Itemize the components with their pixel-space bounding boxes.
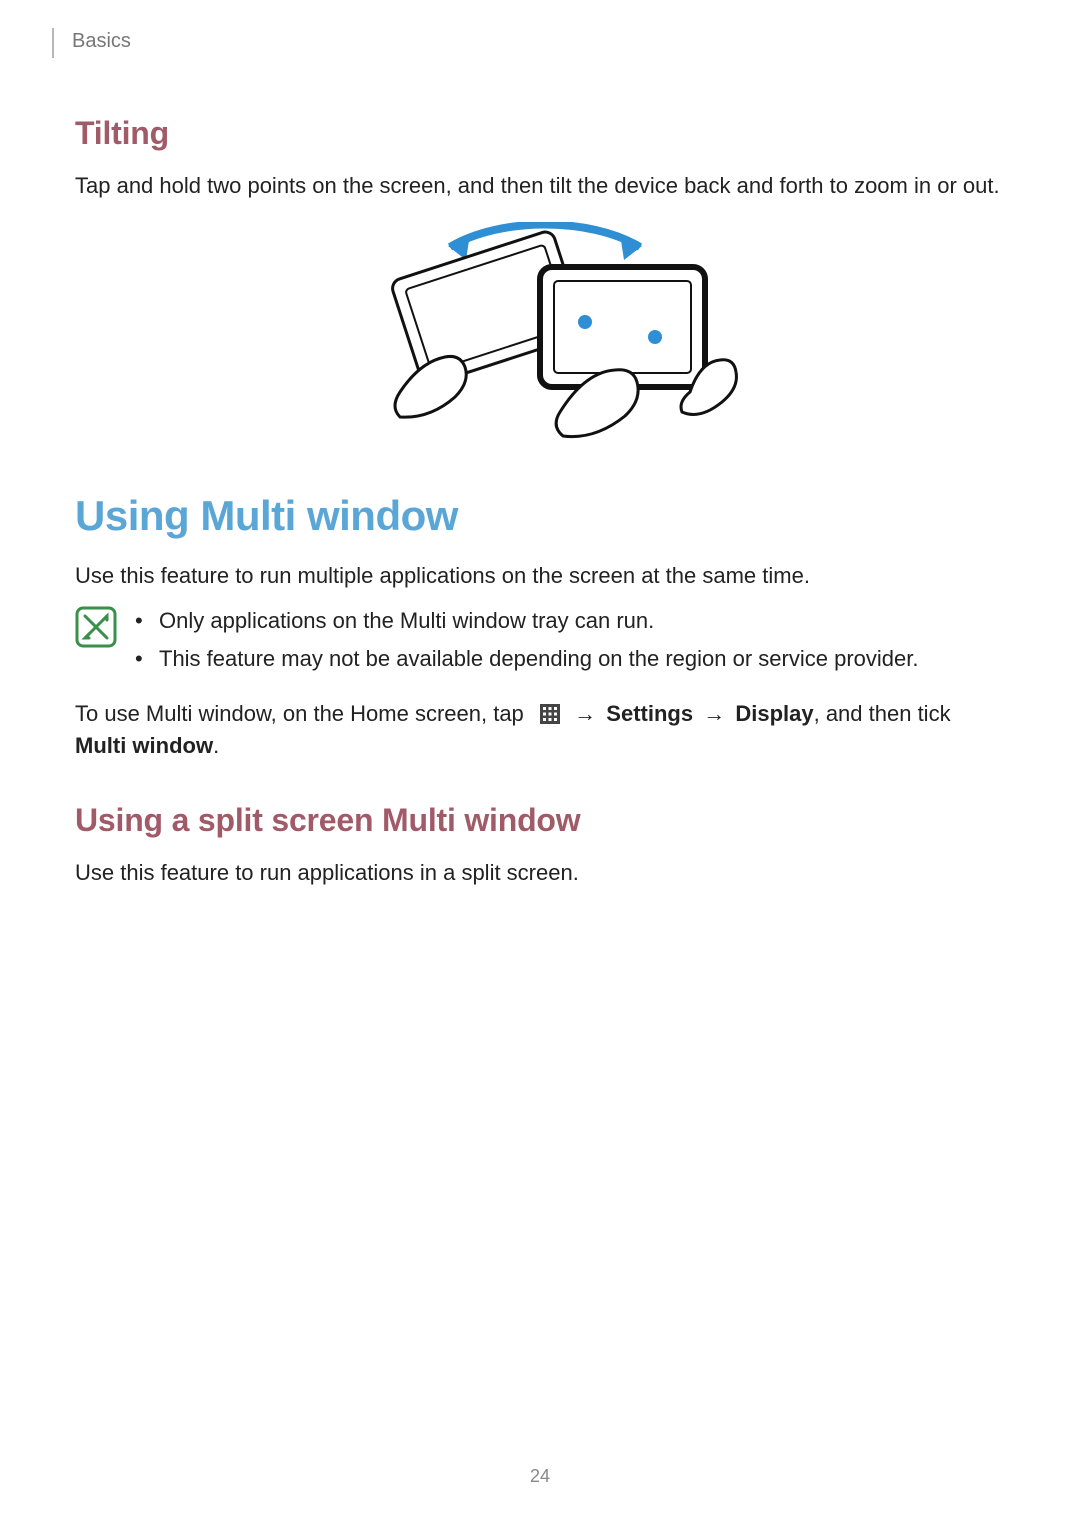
heading-multi-window: Using Multi window (75, 492, 1005, 540)
period: . (213, 733, 219, 758)
note-icon (75, 606, 117, 648)
document-page: Basics Tilting Tap and hold two points o… (0, 0, 1080, 1527)
label-display: Display (735, 701, 813, 726)
instruction-mid: , and then tick (814, 701, 951, 726)
arrow-icon: → (570, 701, 600, 726)
page-content: Tilting Tap and hold two points on the s… (75, 40, 1005, 889)
instruction-prefix: To use Multi window, on the Home screen,… (75, 701, 530, 726)
tilting-figure (330, 222, 750, 442)
heading-tilting: Tilting (75, 115, 1005, 152)
paragraph-multi-window-intro: Use this feature to run multiple applica… (75, 560, 1005, 592)
arrow-icon: → (699, 701, 729, 726)
note-item: Only applications on the Multi window tr… (135, 604, 918, 638)
breadcrumb: Basics (72, 30, 131, 53)
note-list: Only applications on the Multi window tr… (135, 604, 918, 680)
header-rule (52, 28, 54, 58)
label-settings: Settings (606, 701, 693, 726)
heading-split-screen: Using a split screen Multi window (75, 802, 1005, 839)
paragraph-tilting: Tap and hold two points on the screen, a… (75, 170, 1005, 202)
paragraph-split-screen: Use this feature to run applications in … (75, 857, 1005, 889)
figure-tilting (75, 222, 1005, 442)
page-number: 24 (0, 1466, 1080, 1487)
paragraph-multi-window-steps: To use Multi window, on the Home screen,… (75, 698, 1005, 762)
label-multi-window: Multi window (75, 733, 213, 758)
note-item: This feature may not be available depend… (135, 642, 918, 676)
note-block: Only applications on the Multi window tr… (75, 604, 1005, 680)
apps-grid-icon (540, 704, 560, 724)
